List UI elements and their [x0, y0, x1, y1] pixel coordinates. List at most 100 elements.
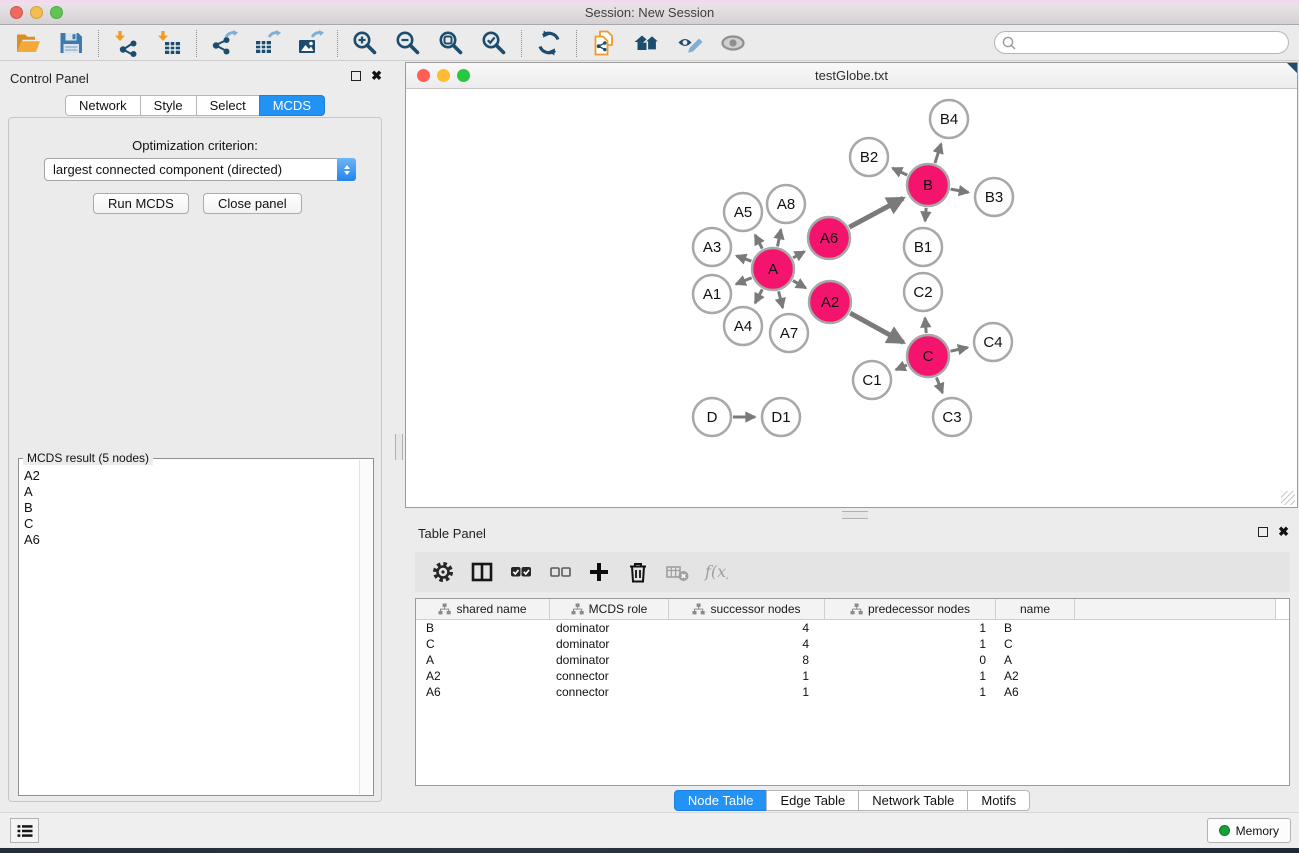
- graph-edge-B-B4[interactable]: [935, 144, 941, 163]
- mcds-result-box: MCDS result (5 nodes) A2ABCA6: [18, 458, 374, 796]
- graph-edge-A-A1[interactable]: [736, 278, 752, 284]
- function-icon[interactable]: f(x): [704, 560, 728, 584]
- columns-icon[interactable]: [470, 560, 494, 584]
- hide-selection-icon[interactable]: [676, 29, 704, 57]
- tab-network[interactable]: Network: [65, 95, 141, 116]
- tab-style[interactable]: Style: [140, 95, 197, 116]
- tab-mcds[interactable]: MCDS: [259, 95, 325, 116]
- import-network-icon[interactable]: [112, 29, 140, 57]
- column-header-name[interactable]: name: [996, 599, 1075, 619]
- graph-edge-A6-B[interactable]: [849, 198, 903, 227]
- result-item[interactable]: B: [20, 500, 358, 516]
- column-header-predecessor-nodes[interactable]: predecessor nodes: [825, 599, 996, 619]
- save-session-icon[interactable]: [57, 29, 85, 57]
- close-window-button[interactable]: [10, 6, 23, 19]
- graph-edge-A2-C[interactable]: [850, 313, 903, 342]
- network-close-button[interactable]: [417, 69, 430, 82]
- column-header-mcds-role[interactable]: MCDS role: [550, 599, 669, 619]
- delete-table-icon[interactable]: [665, 560, 689, 584]
- export-table-icon[interactable]: [253, 29, 281, 57]
- run-mcds-button[interactable]: Run MCDS: [93, 193, 189, 214]
- table-row[interactable]: Adominator80A: [416, 652, 1289, 668]
- network-graph[interactable]: B4B2BB3A8A5A6A3B1AA1C2A2A4A7C4CC1C3DD1: [406, 89, 1297, 507]
- result-scrollbar[interactable]: [359, 460, 372, 794]
- delete-icon[interactable]: [626, 560, 650, 584]
- graph-edge-B-B1[interactable]: [925, 208, 926, 221]
- zoom-window-button[interactable]: [50, 6, 63, 19]
- resize-grip-icon[interactable]: [1281, 491, 1295, 505]
- zoom-out-icon[interactable]: [394, 29, 422, 57]
- select-all-icon[interactable]: [509, 560, 533, 584]
- result-item[interactable]: A6: [20, 532, 358, 548]
- tab-network-table[interactable]: Network Table: [858, 790, 968, 811]
- graph-edge-C-C4[interactable]: [950, 347, 967, 351]
- graph-edge-C-C3[interactable]: [936, 377, 942, 392]
- first-neighbors-icon[interactable]: [633, 29, 661, 57]
- vertical-splitter-grip[interactable]: [395, 434, 403, 460]
- result-item[interactable]: C: [20, 516, 358, 532]
- show-all-icon[interactable]: [719, 29, 747, 57]
- graph-edge-A-A2[interactable]: [793, 281, 806, 288]
- tab-select[interactable]: Select: [196, 95, 260, 116]
- panel-menu-button[interactable]: [10, 818, 39, 843]
- column-header-filler: [1075, 599, 1275, 619]
- graph-edge-A-A7[interactable]: [779, 291, 783, 307]
- refresh-icon[interactable]: [535, 29, 563, 57]
- network-minimize-button[interactable]: [437, 69, 450, 82]
- graph-edge-C-C1[interactable]: [896, 365, 907, 370]
- zoom-fit-icon[interactable]: [437, 29, 465, 57]
- column-header-shared-name[interactable]: shared name: [416, 599, 550, 619]
- dropdown-stepper-icon[interactable]: [337, 158, 356, 181]
- table-row[interactable]: Bdominator41B: [416, 620, 1289, 636]
- network-zoom-button[interactable]: [457, 69, 470, 82]
- mcds-result-list[interactable]: A2ABCA6: [20, 460, 358, 794]
- result-item[interactable]: A: [20, 484, 358, 500]
- deselect-all-icon[interactable]: [548, 560, 572, 584]
- close-panel-button[interactable]: Close panel: [203, 193, 302, 214]
- search-box[interactable]: [994, 31, 1289, 54]
- control-panel-buttons: ✖: [351, 71, 382, 81]
- column-header-successor-nodes[interactable]: successor nodes: [669, 599, 825, 619]
- export-image-icon[interactable]: [296, 29, 324, 57]
- float-panel-icon[interactable]: [351, 71, 361, 81]
- float-table-panel-icon[interactable]: [1258, 527, 1268, 537]
- graph-edge-A-A4[interactable]: [755, 289, 762, 303]
- network-canvas[interactable]: B4B2BB3A8A5A6A3B1AA1C2A2A4A7C4CC1C3DD1: [406, 89, 1297, 507]
- open-session-icon[interactable]: [14, 29, 42, 57]
- table-cell: 1: [825, 669, 996, 683]
- export-network-icon[interactable]: [210, 29, 238, 57]
- search-input[interactable]: [1017, 36, 1282, 50]
- table-row[interactable]: A6connector11A6: [416, 684, 1289, 700]
- graph-edge-A-A3[interactable]: [736, 256, 751, 261]
- graph-edge-A-A5[interactable]: [755, 235, 762, 249]
- gear-icon[interactable]: [431, 560, 455, 584]
- column-label: shared name: [456, 602, 526, 616]
- graph-edge-B-B2[interactable]: [892, 168, 907, 175]
- criterion-dropdown[interactable]: largest connected component (directed): [44, 158, 356, 181]
- network-window-titlebar[interactable]: testGlobe.txt: [406, 63, 1297, 89]
- graph-edge-A-A6[interactable]: [793, 252, 804, 258]
- table-row[interactable]: A2connector11A2: [416, 668, 1289, 684]
- new-network-from-selection-icon[interactable]: [590, 29, 618, 57]
- horizontal-splitter-grip[interactable]: [842, 511, 868, 519]
- minimize-window-button[interactable]: [30, 6, 43, 19]
- tab-edge-table[interactable]: Edge Table: [766, 790, 859, 811]
- table-cell: dominator: [550, 653, 669, 667]
- result-item[interactable]: A2: [20, 468, 358, 484]
- add-icon[interactable]: [587, 560, 611, 584]
- zoom-selected-icon[interactable]: [480, 29, 508, 57]
- zoom-in-icon[interactable]: [351, 29, 379, 57]
- memory-button[interactable]: Memory: [1207, 818, 1291, 843]
- graph-edge-A-A8[interactable]: [778, 229, 781, 246]
- graph-edge-B-B3[interactable]: [951, 189, 969, 192]
- table-header-row: shared name MCDS rolesuccessor nodesprede…: [416, 599, 1289, 620]
- close-panel-icon[interactable]: ✖: [371, 71, 382, 81]
- import-table-icon[interactable]: [155, 29, 183, 57]
- table-cell: A: [996, 653, 1075, 667]
- table-row[interactable]: Cdominator41C: [416, 636, 1289, 652]
- close-table-panel-icon[interactable]: ✖: [1278, 527, 1289, 537]
- tab-motifs[interactable]: Motifs: [967, 790, 1030, 811]
- table-cell: C: [416, 637, 550, 651]
- graph-edge-C-C2[interactable]: [925, 318, 926, 333]
- tab-node-table[interactable]: Node Table: [674, 790, 768, 811]
